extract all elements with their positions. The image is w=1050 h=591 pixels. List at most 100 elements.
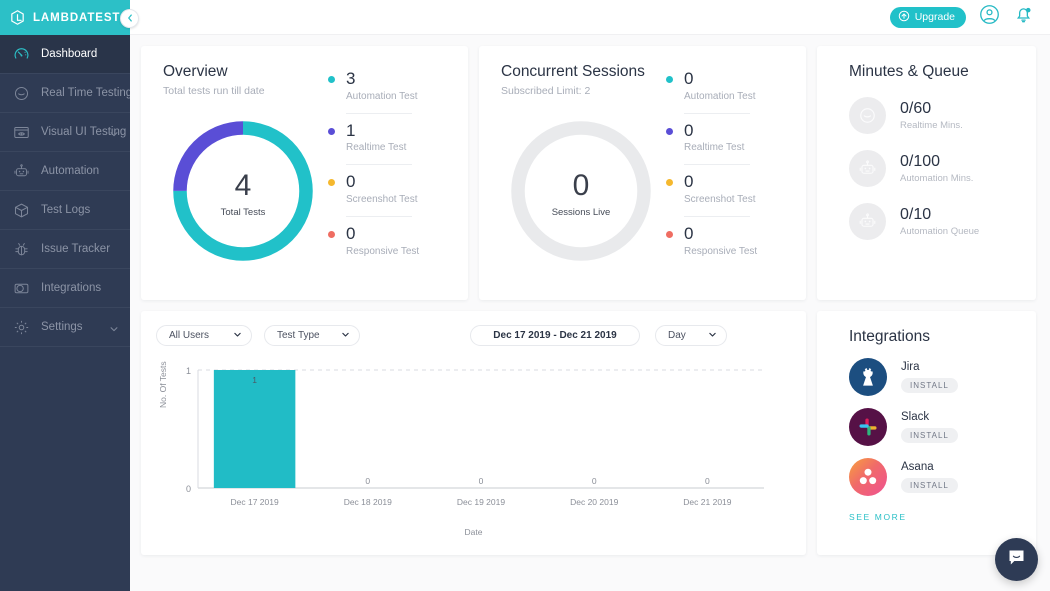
sessions-legend: 0 Automation Test 0 Realtime Test — [666, 63, 788, 300]
minutes-queue-card: Minutes & Queue 0/60 Realtime Mins. — [817, 46, 1036, 300]
sidebar-item-test-logs[interactable]: Test Logs — [0, 191, 130, 230]
integration-name: Asana — [901, 461, 958, 473]
bell-icon — [1013, 4, 1034, 30]
legend-value: 0 — [346, 173, 355, 192]
all-users-value: All Users — [169, 330, 209, 341]
stats-row: Overview Total tests run till date 4 — [141, 46, 1036, 300]
upgrade-button[interactable]: Upgrade — [890, 7, 966, 28]
chat-widget-button[interactable] — [995, 538, 1038, 581]
svg-text:Dec 19 2019: Dec 19 2019 — [457, 497, 505, 507]
svg-text:Dec 21 2019: Dec 21 2019 — [683, 497, 731, 507]
legend-label: Screenshot Test — [684, 194, 788, 205]
top-bar: Upgrade — [130, 0, 1050, 35]
minutes-queue-label: Automation Queue — [900, 226, 979, 237]
sidebar: LAMBDATEST Dashboard — [0, 0, 130, 591]
tests-chart-card: All Users Test Type Dec 17 — [141, 311, 806, 555]
install-button[interactable]: INSTALL — [901, 478, 958, 493]
test-type-select[interactable]: Test Type — [264, 325, 360, 346]
legend-dot — [666, 179, 673, 186]
box-icon — [13, 202, 30, 219]
chevron-down-icon — [233, 330, 242, 342]
minutes-queue-value: 0/60 — [900, 100, 963, 118]
svg-text:0: 0 — [592, 476, 597, 486]
robot-icon — [849, 150, 886, 187]
overview-legend: 3 Automation Test 1 Realtime Test — [328, 63, 450, 300]
overview-subtitle: Total tests run till date — [163, 85, 328, 97]
minutes-queue-value: 0/10 — [900, 206, 979, 224]
sidebar-item-issue-tracker[interactable]: Issue Tracker — [0, 230, 130, 269]
minutes-queue-value: 0/100 — [900, 153, 973, 171]
divider — [684, 216, 750, 217]
sidebar-collapse-button[interactable] — [120, 9, 139, 28]
sidebar-item-visual-ui-testing[interactable]: Visual UI Testing — [0, 113, 130, 152]
install-button[interactable]: INSTALL — [901, 378, 958, 393]
integrations-title: Integrations — [849, 328, 1036, 346]
divider — [346, 164, 412, 165]
svg-text:Dec 18 2019: Dec 18 2019 — [344, 497, 392, 507]
chart-y-axis-label: No. Of Tests — [158, 361, 168, 408]
chat-bubble-icon — [1006, 547, 1027, 573]
svg-text:0: 0 — [705, 476, 710, 486]
eye-window-icon — [13, 124, 30, 141]
sidebar-item-automation[interactable]: Automation — [0, 152, 130, 191]
clock-icon — [13, 85, 30, 102]
sidebar-item-integrations[interactable]: Integrations — [0, 269, 130, 308]
notifications-button[interactable] — [1013, 4, 1034, 30]
minutes-queue-title: Minutes & Queue — [849, 63, 1036, 81]
sidebar-item-label: Integrations — [41, 282, 101, 294]
legend-item: 1 Realtime Test — [328, 122, 450, 156]
chart-svg: 011Dec 17 20190Dec 18 20190Dec 19 20190D… — [156, 362, 776, 522]
sidebar-item-label: Real Time Testing — [41, 87, 132, 99]
chevron-left-icon — [125, 10, 135, 28]
sidebar-item-label: Test Logs — [41, 204, 90, 216]
arrow-up-circle-icon — [898, 10, 910, 25]
legend-value: 0 — [684, 122, 693, 141]
legend-value: 3 — [346, 70, 355, 89]
legend-dot — [328, 128, 335, 135]
granularity-select[interactable]: Day — [655, 325, 727, 346]
legend-dot — [328, 179, 335, 186]
see-more-link[interactable]: SEE MORE — [849, 512, 1036, 522]
sessions-left: Concurrent Sessions Subscribed Limit: 2 … — [501, 63, 666, 300]
content: Overview Total tests run till date 4 — [130, 35, 1050, 555]
svg-text:0: 0 — [479, 476, 484, 486]
legend-label: Automation Test — [346, 91, 450, 102]
install-button[interactable]: INSTALL — [901, 428, 958, 443]
tests-bar-chart: No. Of Tests 011Dec 17 20190Dec 18 20190… — [156, 362, 791, 534]
date-range-picker[interactable]: Dec 17 2019 - Dec 21 2019 — [470, 325, 640, 346]
integration-item: Asana INSTALL — [849, 458, 1036, 496]
legend-value: 0 — [346, 225, 355, 244]
divider — [346, 216, 412, 217]
all-users-select[interactable]: All Users — [156, 325, 252, 346]
sessions-subtitle: Subscribed Limit: 2 — [501, 85, 666, 97]
brand-logo[interactable]: LAMBDATEST — [0, 0, 130, 35]
sidebar-item-real-time-testing[interactable]: Real Time Testing — [0, 74, 130, 113]
concurrent-sessions-card: Concurrent Sessions Subscribed Limit: 2 … — [479, 46, 806, 300]
asana-icon — [849, 458, 887, 496]
sidebar-item-dashboard[interactable]: Dashboard — [0, 35, 130, 74]
legend-item: 0 Realtime Test — [666, 122, 788, 156]
account-button[interactable] — [979, 4, 1000, 30]
speedometer-icon — [13, 46, 30, 63]
integration-name: Jira — [901, 361, 958, 373]
sidebar-item-label: Automation — [41, 165, 99, 177]
sidebar-item-label: Dashboard — [41, 48, 97, 60]
divider — [346, 113, 412, 114]
overview-total-label: Total Tests — [221, 207, 266, 218]
chevron-down-icon — [341, 330, 350, 342]
legend-item: 3 Automation Test — [328, 70, 450, 104]
svg-text:0: 0 — [365, 476, 370, 486]
chart-row: All Users Test Type Dec 17 — [141, 311, 1036, 555]
upgrade-label: Upgrade — [915, 11, 955, 23]
bug-icon — [13, 241, 30, 258]
sidebar-nav: Dashboard Real Time Testing — [0, 35, 130, 347]
chevron-down-icon — [109, 324, 119, 337]
minutes-queue-item: 0/100 Automation Mins. — [849, 150, 1036, 187]
integration-name: Slack — [901, 411, 958, 423]
sidebar-item-settings[interactable]: Settings — [0, 308, 130, 347]
overview-title: Overview — [163, 63, 328, 81]
legend-label: Realtime Test — [684, 142, 788, 153]
svg-text:0: 0 — [186, 484, 191, 494]
main-area: Upgrade — [130, 0, 1050, 591]
jira-icon — [849, 358, 887, 396]
